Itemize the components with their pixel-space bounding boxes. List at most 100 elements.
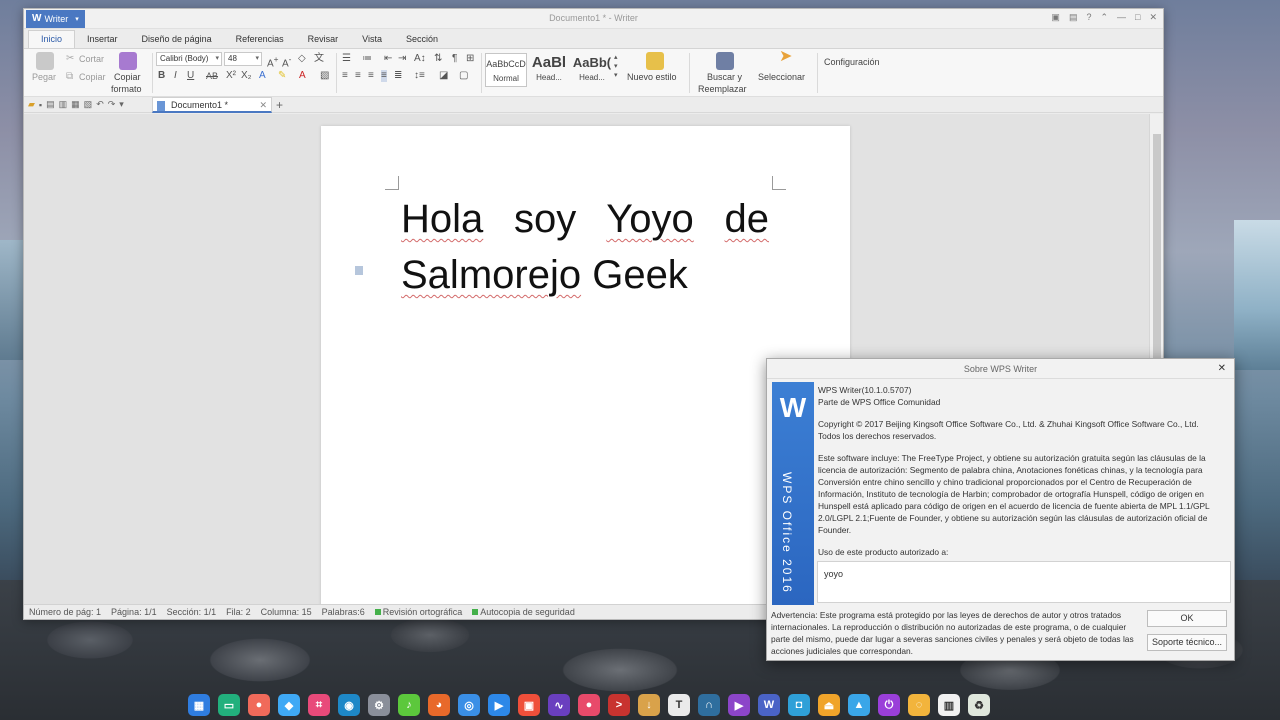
tech-support-button[interactable]: Soporte técnico... — [1147, 634, 1227, 651]
clear-format-icon[interactable]: ◇ — [298, 53, 306, 65]
increase-indent-icon[interactable]: ⇥ — [398, 53, 406, 65]
justify-icon[interactable]: ≡ — [381, 70, 387, 82]
font-color-icon[interactable]: A — [299, 70, 306, 82]
format-painter-line2[interactable]: formato — [111, 84, 142, 94]
highlight-icon[interactable]: ✎ — [278, 70, 286, 82]
text-editor-icon[interactable]: T — [668, 694, 690, 716]
skin-icon[interactable]: ▣ — [1051, 12, 1060, 23]
status-spellcheck[interactable]: Revisión ortográfica — [374, 607, 462, 617]
collapse-ribbon-icon[interactable]: ⌃ — [1100, 12, 1108, 23]
camera-icon[interactable]: ◘ — [788, 694, 810, 716]
numbering-icon[interactable]: ≔ — [362, 53, 372, 65]
tab-seccion[interactable]: Sección — [394, 31, 450, 48]
save-icon[interactable]: ▪ — [39, 100, 42, 110]
text-effect-icon[interactable]: A — [259, 70, 266, 82]
screen-record-icon[interactable]: ● — [248, 694, 270, 716]
show-marks-icon[interactable]: ¶ — [452, 53, 457, 65]
console-icon[interactable]: > — [608, 694, 630, 716]
char-spacing-icon[interactable]: A↕ — [414, 53, 426, 65]
table-icon[interactable]: ⊞ — [466, 53, 474, 65]
close-icon[interactable]: ✕ — [1149, 12, 1157, 23]
settings-menu[interactable]: Configuración — [824, 57, 880, 67]
strikethrough-icon[interactable]: AB — [206, 70, 218, 82]
copy-button[interactable]: Copiar — [79, 72, 106, 82]
open-icon[interactable]: ▰ — [28, 99, 35, 110]
borders-icon[interactable]: ▢ — [459, 70, 468, 82]
shading-icon[interactable]: ◪ — [439, 70, 448, 82]
underline-icon[interactable]: U — [187, 70, 194, 82]
bold-icon[interactable]: B — [158, 70, 165, 82]
format-icon[interactable]: ▧ — [84, 99, 93, 110]
format-painter-line1[interactable]: Copiar — [114, 72, 141, 82]
terminal-icon[interactable]: ▭ — [218, 694, 240, 716]
decrease-indent-icon[interactable]: ⇤ — [384, 53, 392, 65]
shirt-icon[interactable]: ▤ — [1069, 12, 1078, 23]
close-icon[interactable]: ✕ — [1218, 359, 1226, 379]
shrink-font-icon[interactable]: A- — [282, 53, 291, 70]
italic-icon[interactable]: I — [174, 70, 177, 82]
print-icon[interactable]: ▤ — [46, 99, 55, 110]
voice-icon[interactable]: ● — [578, 694, 600, 716]
tab-revisar[interactable]: Revisar — [296, 31, 351, 48]
tab-diseno-pagina[interactable]: Diseño de página — [130, 31, 224, 48]
paste-button[interactable]: Pegar — [32, 72, 56, 82]
style-heading2[interactable]: AaBb( Head... — [571, 53, 613, 87]
find-replace-line1[interactable]: Buscar y — [707, 72, 742, 82]
help-icon[interactable]: ? — [1086, 12, 1091, 23]
new-style-button[interactable]: Nuevo estilo — [627, 72, 677, 82]
font-size-combo[interactable]: 48 — [224, 52, 262, 66]
status-words[interactable]: Palabras:6 — [322, 607, 365, 617]
status-backup[interactable]: Autocopia de seguridad — [472, 607, 575, 617]
screenshot-icon[interactable]: ⌗ — [308, 694, 330, 716]
char-shading-icon[interactable]: ▧ — [320, 70, 329, 82]
tab-vista[interactable]: Vista — [350, 31, 394, 48]
updater-icon[interactable]: ◌ — [908, 694, 930, 716]
print-preview-icon[interactable]: ▥ — [59, 99, 68, 110]
new-tab-icon[interactable]: + — [276, 98, 283, 112]
media-player-icon[interactable]: ▶ — [728, 694, 750, 716]
paragraph-handle-icon[interactable] — [355, 266, 363, 275]
gallery-icon[interactable]: ▲ — [848, 694, 870, 716]
store-icon[interactable]: ◆ — [278, 694, 300, 716]
tab-insertar[interactable]: Insertar — [75, 31, 130, 48]
select-button[interactable]: Seleccionar — [758, 72, 805, 82]
trash-icon[interactable]: ♻ — [968, 694, 990, 716]
video-icon[interactable]: ▣ — [518, 694, 540, 716]
distributed-icon[interactable]: ≣ — [394, 70, 402, 82]
firefox-icon[interactable]: ◕ — [428, 694, 450, 716]
superscript-icon[interactable]: X² — [226, 70, 236, 82]
launcher-icon[interactable]: ◉ — [338, 694, 360, 716]
tab-referencias[interactable]: Referencias — [224, 31, 296, 48]
headphones-icon[interactable]: ∩ — [698, 694, 720, 716]
find-replace-line2[interactable]: Reemplazar — [698, 84, 747, 94]
chrome-icon[interactable]: ◎ — [458, 694, 480, 716]
multitask-view-icon[interactable]: ▦ — [188, 694, 210, 716]
gallery-scroll-icon[interactable]: ▴ ▾ ▾ — [614, 53, 618, 80]
align-center-icon[interactable]: ≡ — [355, 70, 361, 82]
video-editor-icon[interactable]: ▶ — [488, 694, 510, 716]
music-icon[interactable]: ♪ — [398, 694, 420, 716]
ok-button[interactable]: OK — [1147, 610, 1227, 627]
wps-writer-icon[interactable]: W — [758, 694, 780, 716]
style-normal[interactable]: AaBbCcD Normal — [485, 53, 527, 87]
phonetic-icon[interactable]: 文 — [314, 53, 324, 65]
close-tab-icon[interactable]: ✕ — [259, 100, 267, 111]
redo-icon[interactable]: ↷ — [108, 99, 116, 110]
qat-more-icon[interactable]: ▾ — [119, 99, 124, 110]
eject-icon[interactable]: ⏏ — [818, 694, 840, 716]
style-heading1[interactable]: AaBl Head... — [528, 53, 570, 87]
tab-inicio[interactable]: Inicio — [28, 30, 76, 48]
maximize-icon[interactable]: □ — [1135, 12, 1140, 23]
undo-icon[interactable]: ↶ — [96, 99, 104, 110]
bullets-icon[interactable]: ☰ — [342, 53, 351, 65]
grow-font-icon[interactable]: A+ — [267, 53, 279, 70]
line-spacing-icon[interactable]: ↕≡ — [414, 70, 425, 82]
monitor-icon[interactable]: ∿ — [548, 694, 570, 716]
cut-button[interactable]: Cortar — [79, 54, 104, 64]
minimize-icon[interactable]: — — [1117, 12, 1126, 23]
export-pdf-icon[interactable]: ▦ — [71, 99, 80, 110]
sort-icon[interactable]: ⇅ — [434, 53, 442, 65]
power-icon[interactable]: ⏻ — [878, 694, 900, 716]
align-left-icon[interactable]: ≡ — [342, 70, 348, 82]
settings-icon[interactable]: ⚙ — [368, 694, 390, 716]
